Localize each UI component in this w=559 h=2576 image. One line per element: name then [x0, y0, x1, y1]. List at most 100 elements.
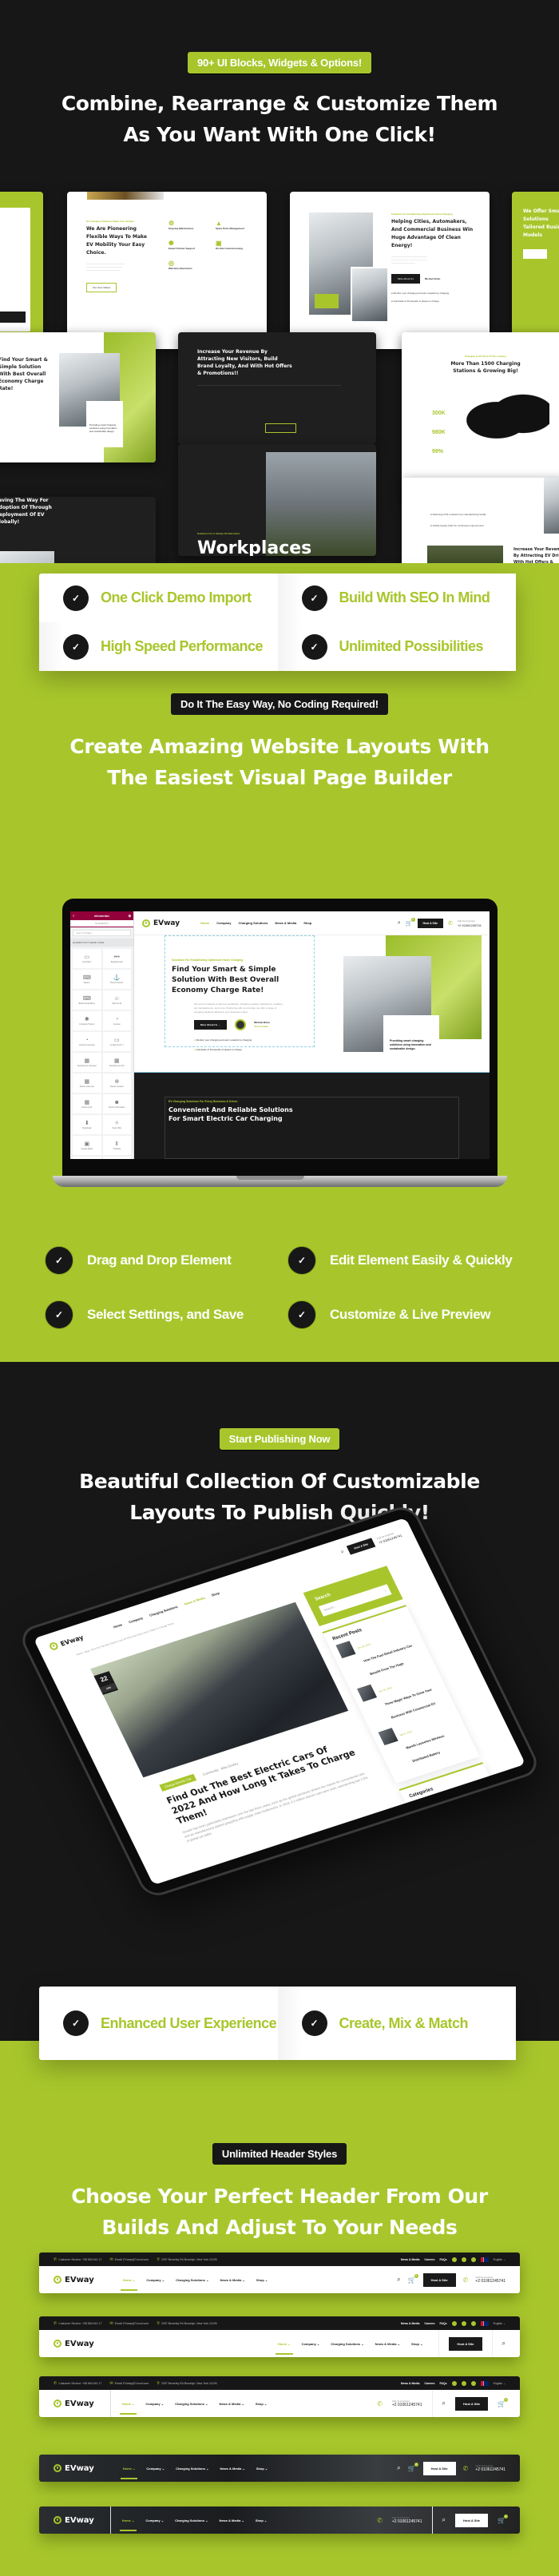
nav-charging[interactable]: Charging Solutions ⌄ [331, 2342, 363, 2346]
widget-tile[interactable]: ✧ Fancy Box [102, 1115, 131, 1134]
host-site-button[interactable]: Host A Site [454, 2513, 489, 2527]
search-icon[interactable]: ⌕ [502, 2340, 505, 2348]
nav-company[interactable]: Company ⌄ [302, 2342, 320, 2346]
nav-company[interactable]: Company ⌄ [146, 2467, 165, 2471]
cart-icon[interactable]: 🛒 0 [408, 2273, 418, 2284]
nav-home[interactable]: Home ⌄ [120, 2278, 137, 2291]
linkedin-icon[interactable] [470, 2380, 476, 2386]
widget-tile[interactable]: ▣ Google Maps [73, 1136, 101, 1155]
nav-home[interactable]: Home ⌄ [119, 2518, 137, 2531]
facebook-icon[interactable] [451, 2380, 457, 2386]
widget-tile[interactable]: ▭Image Carousel [102, 1157, 131, 1159]
nav-shop[interactable]: Shop ⌄ [256, 2402, 267, 2406]
nav-news[interactable]: News & Media ⌄ [375, 2342, 400, 2346]
nav-home[interactable]: Home ⌄ [119, 2402, 137, 2415]
language-select[interactable]: English ⌄ [494, 2382, 505, 2385]
twitter-icon[interactable] [461, 2256, 466, 2262]
nav-charging[interactable]: Charging Solutions ⌄ [176, 2278, 208, 2282]
site-logo[interactable]: EVway [54, 2276, 94, 2284]
twitter-icon[interactable] [461, 2380, 466, 2386]
widget-tile[interactable]: ▦ Doctor Grid [73, 1094, 101, 1113]
widget-search-input[interactable]: Search Widget... [73, 930, 131, 936]
twitter-icon[interactable] [461, 2320, 466, 2326]
nav-shop[interactable]: Shop ⌄ [256, 2278, 268, 2282]
search-icon[interactable]: ⌕ [397, 2276, 400, 2284]
nav-home[interactable]: Home [200, 921, 209, 925]
more-about-button[interactable]: More About Us → [194, 1020, 228, 1030]
linkedin-icon[interactable] [470, 2320, 476, 2326]
topbar-link[interactable]: FAQs [439, 2382, 446, 2385]
widget-tile[interactable]: ◔ Counter Carousel [73, 1032, 101, 1051]
nav-news[interactable]: News & Media ⌄ [220, 2467, 244, 2471]
widget-tile[interactable]: ☺ Clients List [102, 990, 131, 1010]
language-select[interactable]: English ⌄ [494, 2258, 505, 2261]
nav-shop[interactable]: Shop ⌄ [256, 2467, 268, 2471]
topbar-link[interactable]: FAQs [439, 2322, 446, 2325]
search-icon[interactable]: ⌕ [340, 1549, 346, 1555]
facebook-icon[interactable] [451, 2320, 457, 2326]
site-logo[interactable]: EVway [54, 2464, 94, 2473]
grid-icon[interactable]: ⊞ [129, 914, 131, 918]
widget-category[interactable]: ELEMENTOR THEME CORE [70, 939, 133, 947]
nav-company[interactable]: Company ⌄ [145, 2402, 164, 2406]
nav-charging[interactable]: Charging Solutions ⌄ [176, 2467, 208, 2471]
topbar-link[interactable]: News & Media [401, 2382, 420, 2385]
nav-charging[interactable]: Charging Solutions [149, 1604, 178, 1617]
widget-tile[interactable]: ▦ Doctor Carousel [73, 1074, 101, 1093]
tab-elements[interactable]: ELEMENTS [70, 920, 133, 927]
widget-tile[interactable]: ▦ Department Carousel [73, 1053, 101, 1072]
widget-tile[interactable]: ⌨ Button [73, 970, 101, 989]
host-site-button[interactable]: Host A Site [422, 2272, 456, 2287]
topbar-link[interactable]: Careers [424, 2258, 434, 2261]
widget-tile[interactable]: ••• Breadcrumbs [102, 949, 131, 968]
widget-tile[interactable]: ✺ Company History [73, 1011, 101, 1030]
search-icon[interactable]: ⌕ [442, 2516, 446, 2524]
nav-home[interactable]: Home [113, 1622, 123, 1629]
nav-company[interactable]: Company [128, 1616, 144, 1624]
widget-tile[interactable]: ⌨ Button Read More [73, 990, 101, 1010]
nav-news[interactable]: News & Media ⌄ [219, 2402, 244, 2406]
nav-company[interactable]: Company ⌄ [146, 2278, 165, 2282]
site-logo[interactable]: EVway [54, 2399, 94, 2408]
nav-shop[interactable]: Shop [303, 921, 311, 925]
host-site-button[interactable]: Host A Site [417, 918, 443, 928]
cart-icon[interactable]: 🛒 0 [498, 2514, 508, 2524]
site-logo[interactable]: EVway [142, 919, 180, 927]
widget-tile[interactable]: ▦ Department Grid [102, 1053, 131, 1072]
topbar-link[interactable]: News & Media [401, 2322, 420, 2325]
nav-charging[interactable]: Charging Solutions ⌄ [175, 2518, 208, 2522]
nav-news[interactable]: News & Media ⌄ [220, 2278, 244, 2282]
search-icon[interactable]: ⌕ [397, 2464, 400, 2472]
widget-tile[interactable]: ◔ Counter [102, 1011, 131, 1030]
widget-tile[interactable]: ☻ Doctor Information [102, 1094, 131, 1113]
nav-shop[interactable]: Shop ⌄ [411, 2342, 422, 2346]
cart-icon[interactable]: 🛒 0 [498, 2397, 508, 2407]
topbar-link[interactable]: Careers [424, 2382, 434, 2385]
cart-icon[interactable]: 🛒 0 [408, 2462, 418, 2472]
widget-tile[interactable]: ⚓ Button Anchor [102, 970, 131, 989]
topbar-link[interactable]: Careers [424, 2322, 434, 2325]
nav-company[interactable]: Company ⌄ [145, 2518, 164, 2522]
search-icon[interactable]: ⌕ [383, 1588, 387, 1593]
widget-tile[interactable]: Ⅱ Heading [102, 1136, 131, 1155]
search-icon[interactable]: ⌕ [398, 920, 401, 927]
nav-shop[interactable]: Shop ⌄ [256, 2518, 267, 2522]
search-icon[interactable]: ⌕ [442, 2399, 446, 2407]
nav-news[interactable]: News & Media [275, 921, 296, 925]
nav-news[interactable]: News & Media ⌄ [219, 2518, 244, 2522]
nav-company[interactable]: Company [216, 921, 231, 925]
topbar-link[interactable]: FAQs [439, 2258, 446, 2261]
site-logo[interactable]: EVway [48, 1633, 85, 1652]
widget-tile[interactable]: ⬇ Download [73, 1115, 101, 1134]
menu-icon[interactable]: ≡ [73, 914, 74, 918]
widget-tile[interactable]: ▭ Accordion [73, 949, 101, 968]
topbar-link[interactable]: News & Media [401, 2258, 420, 2261]
host-site-button[interactable]: Host A Site [454, 2396, 489, 2411]
host-site-button[interactable]: Host A Site [422, 2461, 456, 2475]
nav-shop[interactable]: Shop [211, 1590, 220, 1597]
host-site-button[interactable]: Host A Site [347, 1538, 376, 1555]
nav-charging[interactable]: Charging Solutions ⌄ [175, 2402, 208, 2406]
widget-tile[interactable]: ⊕ Doctor Contact [102, 1074, 131, 1093]
nav-charging[interactable]: Charging Solutions [238, 921, 268, 925]
site-logo[interactable]: EVway [54, 2516, 94, 2525]
